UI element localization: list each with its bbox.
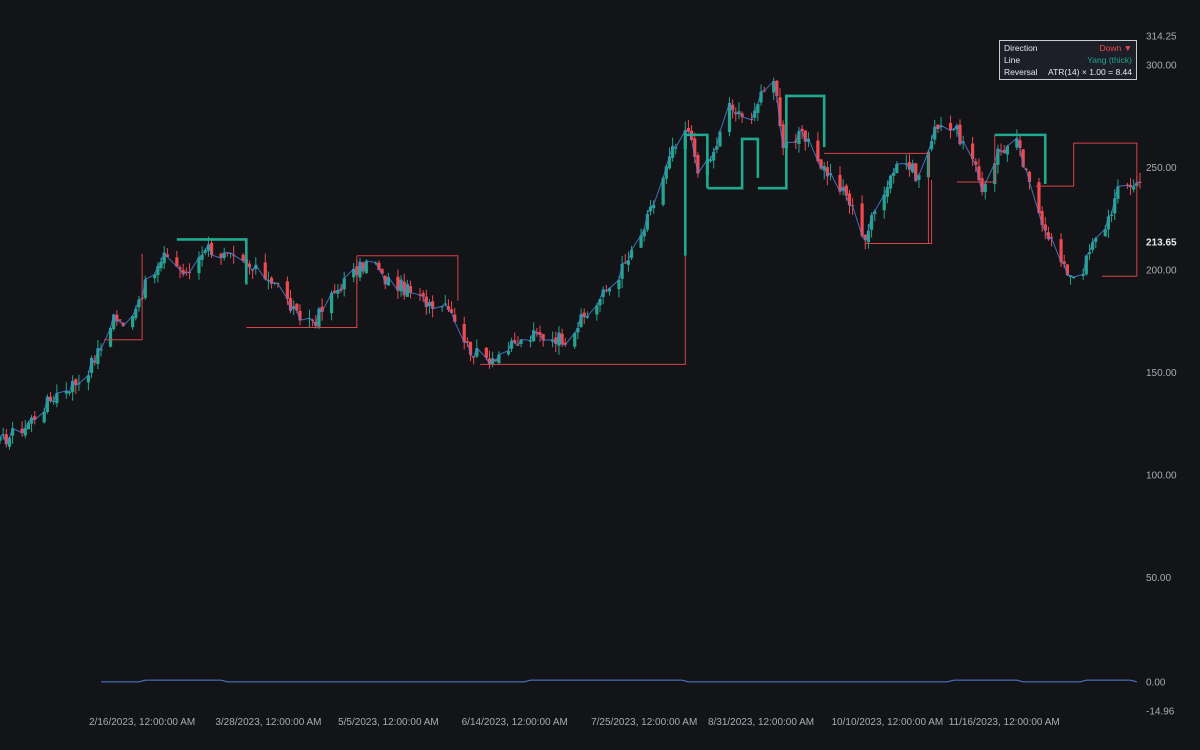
legend-key-direction: Direction bbox=[1004, 43, 1038, 53]
candle-up bbox=[557, 332, 561, 346]
legend-box: Direction Down ▼ Line Yang (thick) Rever… bbox=[999, 40, 1137, 80]
indicator-y-tick-label: -14.96 bbox=[1146, 707, 1175, 718]
candle-up bbox=[996, 148, 1000, 165]
candle-down bbox=[1040, 211, 1044, 226]
candle-down bbox=[696, 155, 700, 174]
kagi-yang-segment bbox=[707, 137, 760, 190]
candle-up bbox=[1005, 146, 1009, 155]
x-axis-tick-label: 8/31/2023, 12:00:00 AM bbox=[708, 717, 814, 728]
y-axis-tick-label: 300.00 bbox=[1146, 61, 1177, 72]
y-axis-tick-label: 50.00 bbox=[1146, 573, 1171, 584]
y-axis-tick-label: 314.25 bbox=[1146, 32, 1177, 43]
x-axis-tick-label: 6/14/2023, 12:00:00 AM bbox=[462, 717, 568, 728]
indicator-layer bbox=[101, 679, 1137, 683]
candle-up bbox=[671, 146, 675, 158]
candle-down bbox=[209, 242, 214, 255]
kagi-candlestick-chart: 314.25 300.00 250.00 213.65 200.00 150.00 100.… bbox=[0, 32, 1177, 728]
legend-value-line: Yang (thick) bbox=[1087, 55, 1132, 65]
kagi-yin-segment bbox=[1035, 143, 1075, 187]
x-axis-tick-label: 10/10/2023, 12:00:00 AM bbox=[831, 717, 943, 728]
legend-value-direction: Down ▼ bbox=[1099, 43, 1132, 53]
indicator-y-tick-label: 0.00 bbox=[1146, 677, 1166, 688]
legend-row-direction: Direction Down ▼ bbox=[1004, 42, 1132, 54]
x-axis-tick-label: 2/16/2023, 12:00:00 AM bbox=[89, 717, 195, 728]
x-axis-tick-label: 5/5/2023, 12:00:00 AM bbox=[338, 717, 439, 728]
y-axis-tick-label: 200.00 bbox=[1146, 266, 1177, 277]
candle-up bbox=[667, 156, 672, 169]
candle-up bbox=[96, 348, 100, 365]
legend-row-line: Line Yang (thick) bbox=[1004, 54, 1132, 66]
candle-down bbox=[693, 138, 697, 157]
x-axis-layer: 2/16/2023, 12:00:00 AM 3/28/2023, 12:00:0… bbox=[89, 717, 1060, 728]
close-line-layer bbox=[0, 80, 1141, 446]
candles-layer bbox=[0, 77, 1142, 450]
y-axis-layer: 314.25 300.00 250.00 213.65 200.00 150.00 100.… bbox=[1146, 32, 1177, 718]
candle-down bbox=[847, 193, 852, 206]
close-price-line bbox=[0, 80, 1141, 446]
candle-up bbox=[866, 230, 871, 243]
indicator-line bbox=[101, 679, 1137, 683]
y-axis-tick-label: 250.00 bbox=[1146, 163, 1177, 174]
legend-key-reversal: Reversal bbox=[1004, 67, 1038, 77]
x-axis-tick-label: 7/25/2023, 12:00:00 AM bbox=[591, 717, 697, 728]
chart-root: 314.25 300.00 250.00 213.65 200.00 150.00 100.… bbox=[0, 0, 1200, 750]
legend-value-reversal: ATR(14) × 1.00 = 8.44 bbox=[1048, 67, 1132, 77]
legend-key-line: Line bbox=[1004, 55, 1021, 65]
candle-down bbox=[781, 124, 785, 149]
legend-row-reversal: Reversal ATR(14) × 1.00 = 8.44 bbox=[1004, 66, 1132, 78]
candle-down bbox=[844, 185, 848, 196]
y-axis-tick-label: 100.00 bbox=[1146, 471, 1177, 482]
x-axis-tick-label: 3/28/2023, 12:00:00 AM bbox=[215, 717, 321, 728]
y-axis-tick-label: 150.00 bbox=[1146, 368, 1177, 379]
y-axis-current-value-label: 213.65 bbox=[1146, 238, 1177, 249]
candle-up bbox=[364, 260, 368, 274]
candle-up bbox=[797, 131, 801, 144]
candle-up bbox=[712, 151, 716, 161]
x-axis-tick-label: 11/16/2023, 12:00:00 AM bbox=[949, 717, 1060, 728]
kagi-yin-segment bbox=[1073, 142, 1138, 277]
candle-up bbox=[888, 175, 893, 189]
kagi-layer bbox=[104, 94, 1138, 365]
candle-up bbox=[0, 436, 2, 441]
